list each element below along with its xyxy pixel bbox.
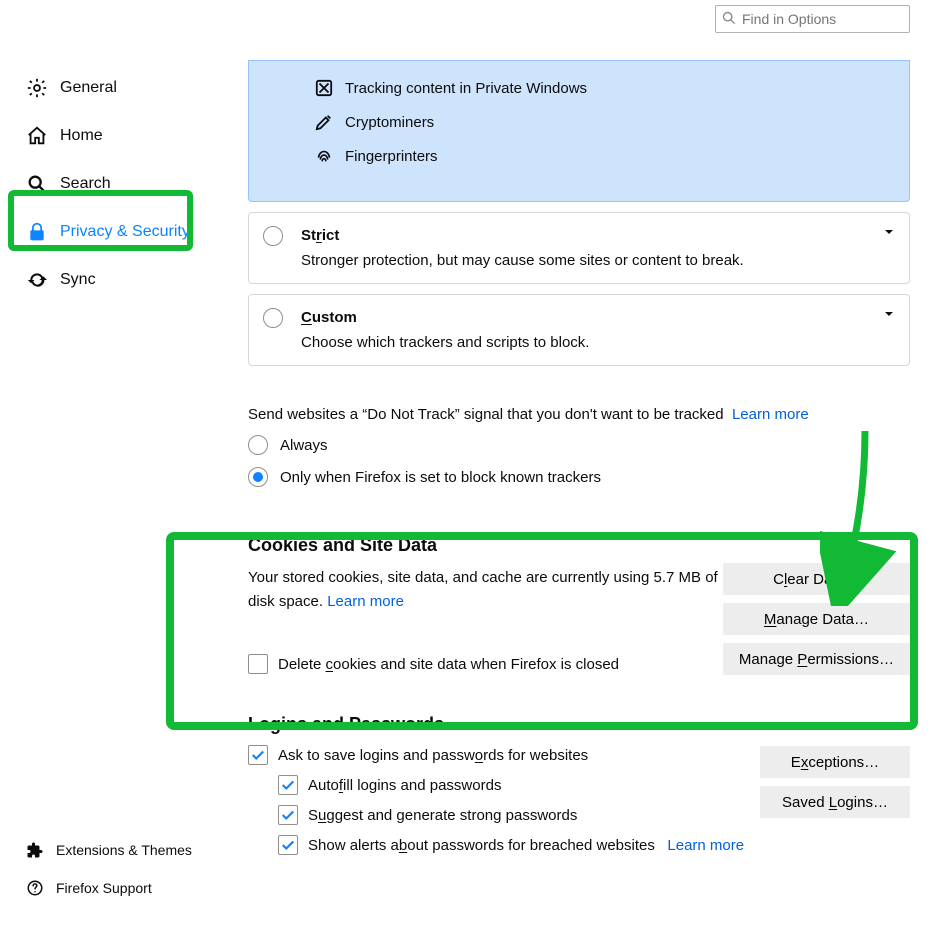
radio-only-known[interactable] — [248, 467, 268, 487]
sidebar-item-label: General — [60, 79, 117, 97]
breach-learn-more-link[interactable]: Learn more — [667, 837, 744, 854]
chevron-down-icon[interactable] — [883, 225, 895, 242]
protection-item-cryptominers: Cryptominers — [249, 105, 909, 139]
logins-section: Logins and Passwords Ask to save logins … — [248, 714, 910, 855]
manage-permissions-button[interactable]: Manage Permissions… — [723, 643, 910, 675]
tracking-content-icon — [315, 79, 333, 97]
saved-logins-button[interactable]: Saved Logins… — [760, 786, 910, 818]
checkbox-label: Ask to save logins and passwords for web… — [278, 747, 588, 764]
checkbox-label: Show alerts about passwords for breached… — [308, 837, 744, 854]
cryptominer-icon — [315, 113, 333, 131]
cookies-learn-more-link[interactable]: Learn more — [327, 593, 404, 610]
dnt-description: Send websites a “Do Not Track” signal th… — [248, 406, 910, 423]
sidebar-item-search[interactable]: Search — [26, 160, 226, 208]
protection-label: Cryptominers — [345, 114, 434, 131]
sidebar: General Home Search Privacy & Security S… — [26, 64, 226, 304]
lock-icon — [26, 221, 48, 243]
protection-item-tracking: Tracking content in Private Windows — [249, 71, 909, 105]
search-icon — [722, 11, 736, 25]
exceptions-button[interactable]: Exceptions… — [760, 746, 910, 778]
radio-custom[interactable] — [263, 308, 283, 328]
protection-option-custom[interactable]: Custom Choose which trackers and scripts… — [248, 294, 910, 366]
protection-option-strict[interactable]: Strict Stronger protection, but may caus… — [248, 212, 910, 284]
manage-data-button[interactable]: Manage Data… — [723, 603, 910, 635]
sidebar-item-sync[interactable]: Sync — [26, 256, 226, 304]
checkbox-suggest[interactable] — [278, 805, 298, 825]
sidebar-item-general[interactable]: General — [26, 64, 226, 112]
standard-protection-panel: Tracking content in Private Windows Cryp… — [248, 60, 910, 202]
gear-icon — [26, 77, 48, 99]
sync-icon — [26, 269, 48, 291]
radio-strict[interactable] — [263, 226, 283, 246]
radio-always[interactable] — [248, 435, 268, 455]
sidebar-item-label: Sync — [60, 271, 96, 289]
main-content: Tracking content in Private Windows Cryp… — [248, 60, 910, 855]
section-title-logins: Logins and Passwords — [248, 714, 910, 735]
sidebar-item-label: Home — [60, 127, 103, 145]
checkbox-label: Suggest and generate strong passwords — [308, 807, 577, 824]
cookies-section: Cookies and Site Data Your stored cookie… — [248, 535, 910, 674]
search-in-options[interactable] — [715, 5, 910, 33]
search-input[interactable] — [715, 5, 910, 33]
checkbox-autofill[interactable] — [278, 775, 298, 795]
sidebar-item-home[interactable]: Home — [26, 112, 226, 160]
dnt-option-always[interactable]: Always — [248, 435, 910, 455]
cookies-description: Your stored cookies, site data, and cach… — [248, 566, 748, 614]
sidebar-item-label: Privacy & Security — [60, 223, 190, 241]
protection-label: Fingerprinters — [345, 148, 438, 165]
puzzle-icon — [26, 841, 44, 859]
chevron-down-icon[interactable] — [883, 307, 895, 324]
dnt-option-only-known[interactable]: Only when Firefox is set to block known … — [248, 467, 910, 487]
magnifier-icon — [26, 173, 48, 195]
checkbox-label: Autofill logins and passwords — [308, 777, 501, 794]
dnt-learn-more-link[interactable]: Learn more — [732, 406, 809, 423]
checkbox-delete-cookies[interactable] — [248, 654, 268, 674]
breach-alerts[interactable]: Show alerts about passwords for breached… — [278, 835, 910, 855]
fingerprint-icon — [315, 147, 333, 165]
sidebar-bottom-label: Extensions & Themes — [56, 842, 192, 858]
checkbox-label: Delete cookies and site data when Firefo… — [278, 656, 619, 673]
section-title-cookies: Cookies and Site Data — [248, 535, 910, 556]
option-title: Custom — [301, 309, 895, 326]
sidebar-item-label: Search — [60, 175, 111, 193]
sidebar-item-privacy-security[interactable]: Privacy & Security — [26, 208, 226, 256]
question-icon — [26, 879, 44, 897]
sidebar-link-support[interactable]: Firefox Support — [26, 869, 226, 907]
checkbox-alerts[interactable] — [278, 835, 298, 855]
radio-label: Only when Firefox is set to block known … — [280, 469, 601, 486]
sidebar-bottom: Extensions & Themes Firefox Support — [26, 831, 226, 907]
sidebar-link-extensions[interactable]: Extensions & Themes — [26, 831, 226, 869]
option-desc: Stronger protection, but may cause some … — [301, 252, 895, 269]
option-desc: Choose which trackers and scripts to blo… — [301, 334, 895, 351]
option-title: Strict — [301, 227, 895, 244]
protection-label: Tracking content in Private Windows — [345, 80, 587, 97]
radio-label: Always — [280, 437, 328, 454]
checkbox-ask-save[interactable] — [248, 745, 268, 765]
sidebar-bottom-label: Firefox Support — [56, 880, 152, 896]
clear-data-button[interactable]: Clear Data… — [723, 563, 910, 595]
home-icon — [26, 125, 48, 147]
protection-item-fingerprinters: Fingerprinters — [249, 139, 909, 173]
